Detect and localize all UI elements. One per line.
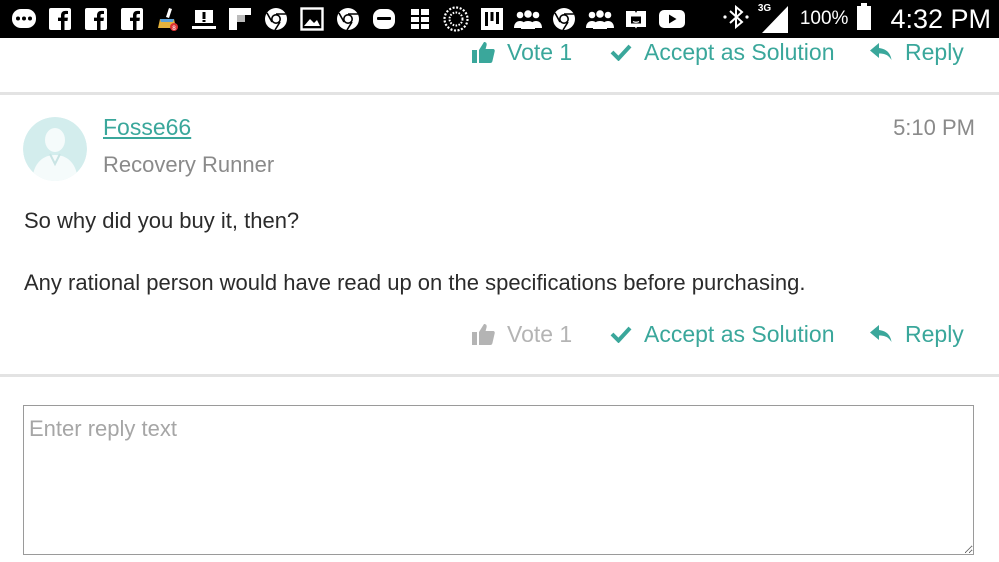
thumbs-up-icon xyxy=(472,324,495,345)
check-icon xyxy=(610,326,632,343)
vote-label: Vote 1 xyxy=(507,38,573,65)
reply-label: Reply xyxy=(905,38,964,65)
people-icon xyxy=(514,5,542,33)
bluetooth-icon xyxy=(722,4,750,35)
post-timestamp: 5:10 PM xyxy=(893,115,975,140)
reply-text-input[interactable] xyxy=(23,405,974,555)
facebook-icon xyxy=(46,5,74,33)
youtube-icon xyxy=(658,5,686,33)
reply-arrow-icon xyxy=(870,43,892,60)
previous-post-actions: Vote 1 Accept as Solution Reply xyxy=(0,36,999,68)
people-icon xyxy=(586,5,614,33)
post-paragraph: So why did you buy it, then? xyxy=(24,208,300,233)
vote-label: Vote 1 xyxy=(507,320,573,347)
burst-icon xyxy=(442,5,470,33)
status-clock: 4:32 PM xyxy=(890,3,991,34)
system-icons: 3G 100% 4:32 PM xyxy=(722,0,991,38)
accept-as-solution-button[interactable]: Accept as Solution xyxy=(610,318,835,350)
post-actions: Vote 1 Accept as Solution Reply xyxy=(0,318,999,350)
post-divider xyxy=(0,92,999,95)
chart-icon xyxy=(478,5,506,33)
check-icon xyxy=(610,44,632,61)
accept-as-solution-button[interactable]: Accept as Solution xyxy=(610,36,835,68)
vote-button[interactable]: Vote 1 xyxy=(471,318,572,350)
status-bar: 8 3G 100% 4:32 PM xyxy=(0,0,999,38)
gallery-icon xyxy=(298,5,326,33)
reply-divider xyxy=(0,374,999,377)
accept-label: Accept as Solution xyxy=(644,320,835,347)
vote-button[interactable]: Vote 1 xyxy=(471,36,572,68)
flipboard-icon xyxy=(226,5,254,33)
battery-percent: 100% xyxy=(799,8,849,29)
chrome-icon xyxy=(334,5,362,33)
notification-icons: 8 xyxy=(10,5,686,33)
amazon-kindle-icon xyxy=(622,5,650,33)
reply-button[interactable]: Reply xyxy=(869,36,964,68)
default-avatar-icon xyxy=(23,117,87,181)
reply-arrow-icon xyxy=(870,325,892,342)
reply-label: Reply xyxy=(905,320,964,347)
gallery-app-icon xyxy=(370,5,398,33)
brick-icon xyxy=(406,5,434,33)
chrome-icon xyxy=(262,5,290,33)
messenger-icon xyxy=(10,5,38,33)
avatar[interactable] xyxy=(23,117,87,181)
thumbs-up-icon xyxy=(472,42,495,63)
accept-label: Accept as Solution xyxy=(644,38,835,65)
chrome-icon xyxy=(550,5,578,33)
facebook-icon xyxy=(82,5,110,33)
battery-icon xyxy=(856,2,872,36)
warning-icon xyxy=(190,5,218,33)
svg-text:8: 8 xyxy=(172,25,176,32)
cleaner-icon: 8 xyxy=(154,5,182,33)
reply-button[interactable]: Reply xyxy=(869,318,964,350)
signal-icon: 3G xyxy=(757,3,792,34)
author-name-link[interactable]: Fosse66 xyxy=(103,114,191,141)
author-rank: Recovery Runner xyxy=(103,152,275,177)
network-type-label: 3G xyxy=(757,3,772,14)
post-paragraph: Any rational person would have read up o… xyxy=(24,270,806,295)
facebook-icon xyxy=(118,5,146,33)
